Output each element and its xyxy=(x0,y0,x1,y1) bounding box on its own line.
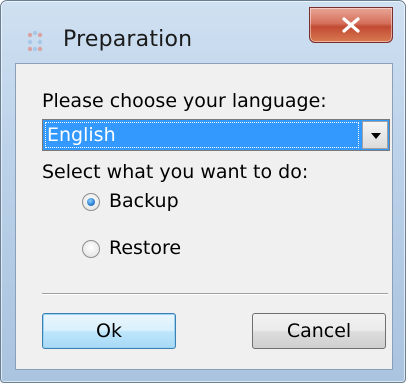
chevron-down-icon xyxy=(371,133,381,139)
radio-dot xyxy=(87,198,95,206)
language-select[interactable]: English xyxy=(42,119,390,151)
cancel-button[interactable]: Cancel xyxy=(252,313,386,349)
language-value: English xyxy=(47,124,116,146)
restore-label: Restore xyxy=(109,237,182,259)
close-button[interactable] xyxy=(309,7,393,43)
app-recycle-icon xyxy=(23,29,47,53)
radio-circle xyxy=(82,193,100,211)
backup-label: Backup xyxy=(109,190,179,212)
dialog-window: Preparation Please choose your language:… xyxy=(0,0,406,383)
language-label: Please choose your language: xyxy=(42,90,327,112)
dialog-body: Please choose your language: English Sel… xyxy=(15,63,393,370)
divider xyxy=(42,293,388,295)
window-title: Preparation xyxy=(63,27,193,52)
radio-circle xyxy=(82,240,100,258)
ok-button[interactable]: Ok xyxy=(42,313,176,349)
title-bar[interactable]: Preparation xyxy=(1,1,405,57)
action-label: Select what you want to do: xyxy=(42,161,309,183)
dropdown-button[interactable] xyxy=(362,121,388,149)
close-icon xyxy=(342,17,360,33)
